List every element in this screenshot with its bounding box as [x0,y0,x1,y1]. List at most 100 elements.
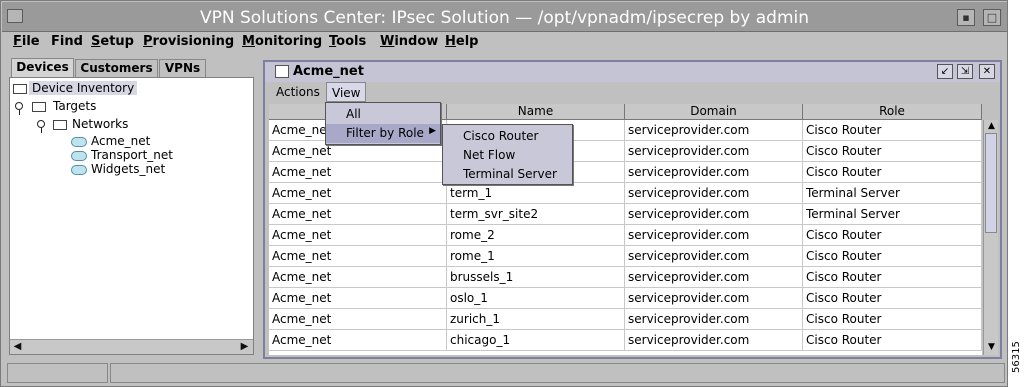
scroll-left-arrow-icon[interactable]: ◀ [11,341,24,354]
table-vertical-scrollbar[interactable]: ▲ ▼ [983,120,998,355]
cell-domain: serviceprovider.com [625,162,803,183]
tree-node-widgets-net[interactable]: Widgets_net [91,162,165,176]
tree-node-device-inventory[interactable]: Device Inventory [29,81,138,95]
menu-find[interactable]: Find [51,34,83,49]
scroll-right-arrow-icon[interactable]: ▶ [238,341,251,354]
tree-node-networks[interactable]: Networks [72,117,128,131]
cell-network: Acme_net [269,288,447,309]
tree-node-transport-net[interactable]: Transport_net [91,148,173,162]
column-header-name[interactable]: Name [447,104,625,120]
table-row[interactable]: Acme_net oslo_1 serviceprovider.com Cisco R… [269,288,982,309]
frame-menu-actions[interactable]: Actions [271,82,325,102]
column-header-role[interactable]: Role [803,104,982,120]
folder-icon [32,102,46,112]
cell-name: term_1 [447,183,625,204]
cell-name: brussels_1 [447,267,625,288]
minimize-button[interactable]: ▪ [957,9,975,26]
frame-iconify-icon[interactable]: ↙ [937,64,953,79]
frame-maximize-icon[interactable]: ⇲ [957,64,973,79]
tree-node-acme-net[interactable]: Acme_net [91,134,150,148]
cell-role: Cisco Router [803,225,982,246]
tree-expand-handle-icon[interactable] [15,102,23,115]
menu-setup-label: etup [100,34,134,49]
folder-icon [13,84,27,94]
status-cell-main [110,363,1005,383]
menu-provisioning[interactable]: Provisioning [143,34,234,49]
table-row[interactable]: Acme_net rome_2 serviceprovider.com Cisco R… [269,225,982,246]
view-menu-item-all[interactable]: All [326,105,440,124]
table-row[interactable]: Acme_net serviceprovider.com Cisco Router [269,162,982,183]
status-bar [2,363,1007,385]
tree-horizontal-scrollbar[interactable]: ◀ ▶ [10,339,253,354]
scroll-up-arrow-icon[interactable]: ▲ [985,120,998,133]
cell-network: Acme_net [269,246,447,267]
cell-domain: serviceprovider.com [625,330,803,351]
cell-network: Acme_net [269,183,447,204]
cell-role: Cisco Router [803,162,982,183]
view-menu-item-filter-by-role[interactable]: Filter by Role ▶ [326,124,440,143]
cell-domain: serviceprovider.com [625,225,803,246]
menu-window[interactable]: Window [380,34,438,49]
cell-name: rome_1 [447,246,625,267]
submenu-arrow-icon: ▶ [429,126,436,136]
frame-menu-view[interactable]: View [326,82,367,102]
cell-name: term_svr_site2 [447,204,625,225]
menu-help[interactable]: Help [445,34,478,49]
menu-file-mnemonic: F [13,34,22,49]
menu-monitoring-label: onitoring [254,34,323,49]
window-title: VPN Solutions Center: IPsec Solution — /… [199,8,810,28]
view-menu-popup: All Filter by Role ▶ [325,102,441,145]
network-cloud-icon [71,151,87,161]
title-bar[interactable]: VPN Solutions Center: IPsec Solution — /… [2,2,1007,32]
role-submenu-item-terminal-server[interactable]: Terminal Server [463,167,557,181]
cell-domain: serviceprovider.com [625,204,803,225]
menu-tools[interactable]: Tools [329,34,366,49]
cell-network: Acme_net [269,330,447,351]
cell-role: Cisco Router [803,330,982,351]
table-row[interactable]: Acme_net term_1 serviceprovider.com Termina… [269,183,982,204]
menu-setup[interactable]: Setup [91,34,134,49]
cell-role: Cisco Router [803,246,982,267]
table-row[interactable]: Acme_net chicago_1 serviceprovider.com Cisc… [269,330,982,351]
tab-vpns[interactable]: VPNs [159,59,206,77]
scroll-down-arrow-icon[interactable]: ▼ [985,341,998,354]
menu-help-label: elp [455,34,479,49]
tree-node-targets[interactable]: Targets [53,99,96,113]
app-window: VPN Solutions Center: IPsec Solution — /… [0,0,1008,387]
menu-window-mnemonic: W [380,34,395,49]
cell-role: Cisco Router [803,309,982,330]
table-row[interactable]: Acme_net rome_1 serviceprovider.com Cisco R… [269,246,982,267]
cell-name: rome_2 [447,225,625,246]
cell-domain: serviceprovider.com [625,183,803,204]
tree-expand-handle-icon[interactable] [37,120,45,133]
table-row[interactable]: Acme_net brussels_1 serviceprovider.com Cis… [269,267,982,288]
menu-bar: File Find Setup Provisioning Monitoring … [2,32,1007,52]
cell-role: Cisco Router [803,120,982,141]
cell-network: Acme_net [269,225,447,246]
frame-title-bar[interactable]: Acme_net ↙ ⇲ ✕ [265,62,1000,82]
tab-devices[interactable]: Devices [11,58,74,77]
table-row[interactable]: Acme_net term_svr_site2 serviceprovider.co… [269,204,982,225]
menu-provisioning-mnemonic: P [143,34,153,49]
role-submenu-item-net-flow[interactable]: Net Flow [463,148,515,162]
column-header-domain[interactable]: Domain [625,104,803,120]
table-row[interactable]: Acme_net zurich_1 serviceprovider.com Cisco… [269,309,982,330]
cell-role: Cisco Router [803,288,982,309]
menu-file[interactable]: File [13,34,40,49]
cell-domain: serviceprovider.com [625,267,803,288]
network-cloud-icon [71,137,87,147]
status-cell-left [7,363,108,383]
menu-setup-mnemonic: S [91,34,101,49]
scroll-thumb[interactable] [985,133,997,233]
cell-domain: serviceprovider.com [625,141,803,162]
menu-monitoring[interactable]: Monitoring [242,34,322,49]
figure-id-label: 56315 [1011,341,1022,373]
cell-domain: serviceprovider.com [625,288,803,309]
frame-close-icon[interactable]: ✕ [979,64,995,79]
cell-role: Terminal Server [803,204,982,225]
maximize-button[interactable]: □ [983,9,1001,26]
tab-customers[interactable]: Customers [75,59,158,77]
cell-domain: serviceprovider.com [625,120,803,141]
role-submenu-item-cisco-router[interactable]: Cisco Router [463,129,539,143]
cell-name: oslo_1 [447,288,625,309]
